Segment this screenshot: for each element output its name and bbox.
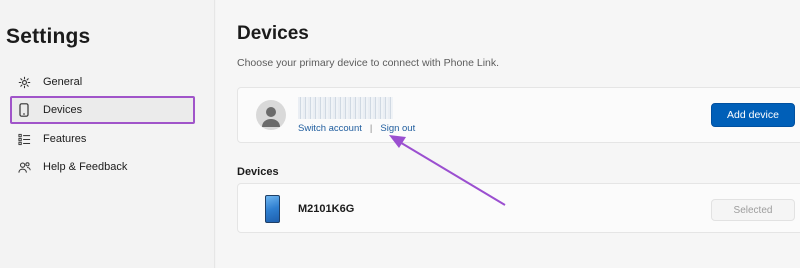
account-name-redacted <box>298 97 393 119</box>
sidebar-item-label: Devices <box>43 104 83 116</box>
list-icon <box>17 132 31 146</box>
gear-icon <box>17 75 31 89</box>
page-subtitle: Choose your primary device to connect wi… <box>237 57 500 69</box>
sign-out-link[interactable]: Sign out <box>380 123 415 134</box>
phone-icon <box>17 103 31 117</box>
page-title: Devices <box>237 23 309 44</box>
link-separator: | <box>369 123 373 134</box>
devices-section-label: Devices <box>237 166 279 178</box>
sidebar-item-label: Features <box>43 133 87 145</box>
sidebar-item-label: General <box>43 76 83 88</box>
main-content: Devices Choose your primary device to co… <box>216 0 800 268</box>
sidebar-item-help-feedback[interactable]: Help & Feedback <box>10 153 195 181</box>
sidebar-item-label: Help & Feedback <box>43 161 128 173</box>
device-name: M2101K6G <box>298 203 355 215</box>
account-links: Switch account | Sign out <box>298 123 415 134</box>
sidebar-item-general[interactable]: General <box>10 68 195 96</box>
sidebar-title: Settings <box>6 25 91 48</box>
device-row[interactable]: M2101K6G Selected <box>237 183 800 233</box>
switch-account-link[interactable]: Switch account <box>298 123 362 134</box>
selected-button[interactable]: Selected <box>711 199 795 221</box>
sidebar-item-features[interactable]: Features <box>10 125 195 153</box>
people-icon <box>17 160 31 174</box>
sidebar: Settings General Devices Features Help &… <box>0 0 215 268</box>
account-card: Switch account | Sign out Add device <box>237 87 800 143</box>
person-icon <box>262 107 280 127</box>
sidebar-item-devices[interactable]: Devices <box>10 96 195 124</box>
add-device-button[interactable]: Add device <box>711 103 795 127</box>
avatar <box>256 100 286 130</box>
phone-icon <box>265 195 280 223</box>
